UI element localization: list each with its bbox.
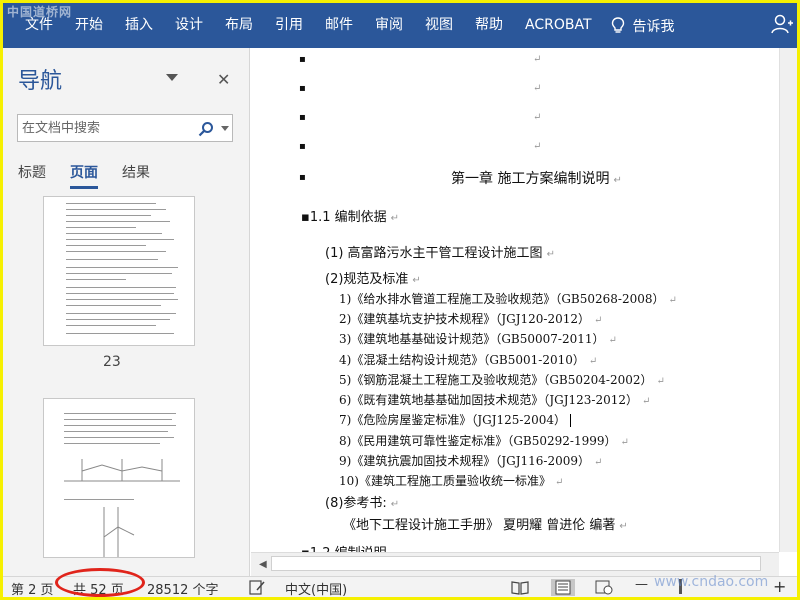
watermark-top: 中国道桥网: [7, 5, 73, 19]
lightbulb-icon: [611, 16, 624, 33]
paragraph-mark: ↵: [533, 54, 542, 65]
bullet-mark: ▪: [299, 112, 306, 123]
doc-item-2: (2)规范及标准 ↵: [325, 272, 421, 287]
paragraph-mark: ↵: [533, 112, 542, 123]
tab-insert[interactable]: 插入: [114, 3, 164, 48]
tab-acrobat[interactable]: ACROBAT: [514, 3, 603, 48]
bullet-mark: ▪: [299, 141, 306, 152]
standard-line-3: 3)《建筑地基基础设计规范》（GB50007-2011） ↵: [339, 332, 617, 346]
nav-title: 导航: [18, 69, 63, 94]
standard-line-5: 5)《钢筋混凝土工程施工及验收规范》（GB50204-2002） ↵: [339, 373, 665, 387]
proofing-icon[interactable]: [249, 580, 265, 595]
horizontal-scrollbar[interactable]: ◀: [251, 552, 779, 576]
page-thumbnail-24[interactable]: [43, 398, 195, 558]
nav-close-icon[interactable]: ✕: [217, 70, 230, 89]
tab-mailings[interactable]: 邮件: [314, 3, 364, 48]
paragraph-mark: ↵: [533, 141, 542, 152]
vertical-scrollbar[interactable]: [779, 48, 797, 552]
document-page[interactable]: ▪ ↵ ▪ ↵ ▪ ↵ ▪ ↵ ▪ 第一章 施工方案编制说明 ↵ ▪1.1 编制依…: [251, 48, 779, 561]
tab-design[interactable]: 设计: [164, 3, 214, 48]
status-page[interactable]: 第 2 页: [11, 579, 54, 597]
read-mode-icon[interactable]: [511, 581, 529, 595]
nav-search-input[interactable]: [18, 115, 188, 141]
tell-me-label: 告诉我: [632, 18, 675, 35]
bullet-mark: ▪: [299, 172, 306, 183]
tab-references[interactable]: 引用: [264, 3, 314, 48]
reference-line: 《地下工程设计施工手册》 夏明耀 曾进伦 编著 ↵: [343, 518, 628, 533]
nav-tab-pages[interactable]: 页面: [70, 162, 98, 189]
standard-line-9: 9)《建筑抗震加固技术规程》（JGJ116-2009） ↵: [339, 454, 603, 468]
nav-tabs: 标题 页面 结果: [18, 162, 174, 189]
nav-options-chevron-icon[interactable]: [166, 74, 178, 81]
doc-item-8: (8)参考书: ↵: [325, 496, 400, 511]
status-language[interactable]: 中文(中国): [285, 579, 347, 597]
page-thumbnail-23[interactable]: [43, 196, 195, 346]
ribbon-tabs: 文件 开始 插入 设计 布局 引用 邮件 审阅 视图 帮助 ACROBAT 告诉…: [3, 3, 797, 48]
nav-search-box: [17, 114, 233, 142]
standard-line-7: 7)《危险房屋鉴定标准》（JGJ125-2004）: [339, 411, 572, 428]
tab-review[interactable]: 审阅: [364, 3, 414, 48]
status-word-count[interactable]: 28512 个字: [147, 579, 219, 597]
chapter-heading: 第一章 施工方案编制说明 ↵: [451, 171, 622, 187]
word-window: 文件 开始 插入 设计 布局 引用 邮件 审阅 视图 帮助 ACROBAT 告诉…: [3, 3, 797, 597]
thumbnail-figure: [103, 507, 135, 557]
zoom-out-button[interactable]: —: [635, 577, 648, 592]
tab-view[interactable]: 视图: [414, 3, 464, 48]
standard-line-1: 1)《给水排水管道工程施工及验收规范》（GB50268-2008） ↵: [339, 292, 677, 306]
user-icon[interactable]: [771, 13, 793, 39]
thumbnail-page-number: 23: [103, 354, 121, 370]
text-cursor: [570, 414, 572, 427]
zoom-in-button[interactable]: +: [773, 577, 786, 596]
section-heading-1-1: ▪1.1 编制依据 ↵: [301, 210, 400, 225]
status-total-pages[interactable]: 共 52 页: [73, 579, 124, 597]
standard-line-10: 10)《建筑工程施工质量验收统一标准》 ↵: [339, 474, 564, 488]
bullet-mark: ▪: [299, 83, 306, 94]
watermark-bottom: www.cndao.com: [654, 574, 769, 590]
search-icon[interactable]: [198, 121, 214, 137]
nav-tab-results[interactable]: 结果: [122, 162, 150, 189]
standard-line-4: 4)《混凝土结构设计规范》（GB5001-2010） ↵: [339, 353, 598, 367]
paragraph-mark: ↵: [533, 83, 542, 94]
standard-line-6: 6)《既有建筑地基基础加固技术规范》（JGJ123-2012） ↵: [339, 393, 651, 407]
web-layout-icon[interactable]: [595, 580, 613, 595]
bullet-mark: ▪: [299, 54, 306, 65]
navigation-pane: 导航 ✕ 标题 页面 结果: [3, 48, 250, 576]
search-dropdown-icon[interactable]: [221, 126, 229, 131]
print-layout-icon[interactable]: [551, 579, 575, 596]
doc-item-1: (1) 高富路污水主干管工程设计施工图 ↵: [325, 246, 555, 261]
nav-tab-headings[interactable]: 标题: [18, 162, 46, 189]
tab-layout[interactable]: 布局: [214, 3, 264, 48]
tab-help[interactable]: 帮助: [464, 3, 514, 48]
scroll-track[interactable]: [271, 556, 761, 571]
tell-me-box[interactable]: 告诉我: [603, 3, 675, 48]
thumbnail-drawing: [64, 459, 180, 482]
standard-line-8: 8)《民用建筑可靠性鉴定标准》（GB50292-1999） ↵: [339, 434, 629, 448]
scroll-left-icon[interactable]: ◀: [259, 559, 267, 570]
standard-line-2: 2)《建筑基坑支护技术规程》（JGJ120-2012） ↵: [339, 312, 603, 326]
